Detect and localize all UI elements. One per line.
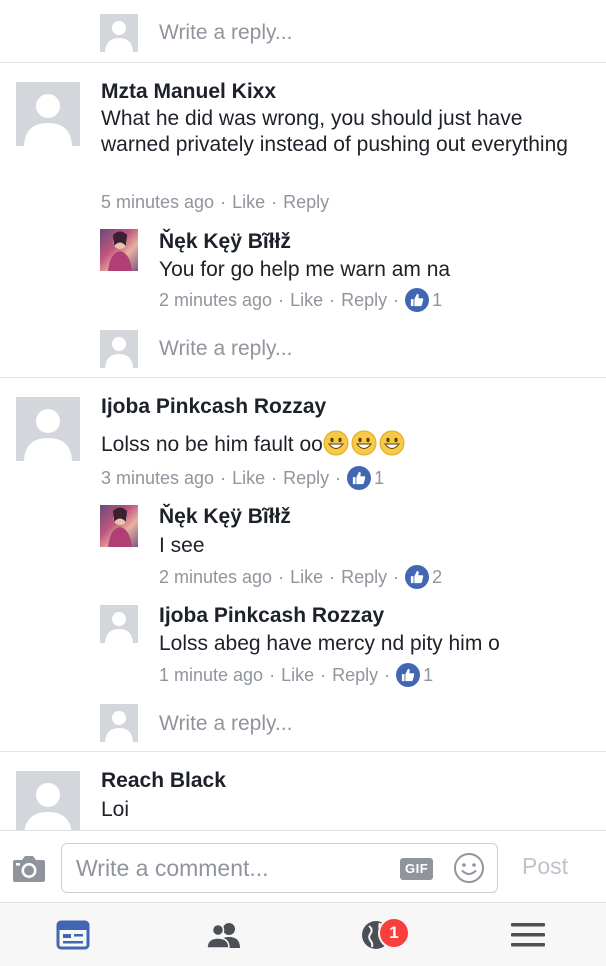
comment-author[interactable]: Ijoba Pinkcash Rozzay bbox=[101, 395, 326, 419]
reply-text: You for go help me warn am na bbox=[159, 258, 451, 281]
timestamp: 1 minute ago bbox=[159, 664, 264, 685]
write-reply-input[interactable]: Write a reply... bbox=[159, 21, 292, 45]
menu-icon bbox=[511, 923, 545, 947]
post-button[interactable]: Post bbox=[522, 853, 568, 880]
like-link[interactable]: Like bbox=[290, 567, 323, 588]
camera-icon[interactable] bbox=[12, 853, 46, 883]
comment-meta: 3 minutes ago · Like · Reply · 1 bbox=[101, 466, 384, 490]
reply-author[interactable]: Ňęk Kęÿ Bĩłłž bbox=[159, 230, 291, 254]
timestamp: 3 minutes ago bbox=[101, 467, 215, 488]
grinning-emoji-icon bbox=[323, 430, 349, 456]
reply-text: I see bbox=[159, 534, 205, 557]
reply-link[interactable]: Reply bbox=[283, 192, 329, 213]
sticker-smiley-icon[interactable] bbox=[453, 852, 485, 884]
comment-text: Lolss no be him fault oo bbox=[101, 430, 407, 458]
tab-notifications[interactable] bbox=[316, 903, 436, 966]
thumbs-up-icon[interactable] bbox=[347, 466, 372, 490]
reply-link[interactable]: Reply bbox=[283, 468, 329, 489]
divider bbox=[0, 62, 606, 63]
comment-placeholder: Write a comment... bbox=[76, 855, 269, 881]
comment-text: What he did was wrong, you should just h… bbox=[101, 107, 568, 156]
thumbs-up-icon[interactable] bbox=[405, 288, 430, 312]
avatar[interactable] bbox=[16, 82, 80, 146]
comment-composer: Write a comment... GIF Post bbox=[0, 830, 606, 902]
grinning-emoji-icon bbox=[351, 430, 377, 456]
grinning-emoji-icon bbox=[379, 430, 405, 456]
comments-feed: Write a reply... Mzta Manuel Kixx What h… bbox=[0, 0, 606, 830]
reply-avatar bbox=[100, 14, 138, 52]
gif-button[interactable]: GIF bbox=[400, 858, 434, 880]
news-feed-icon bbox=[56, 920, 90, 950]
avatar[interactable] bbox=[16, 771, 80, 830]
reply-avatar bbox=[100, 330, 138, 368]
avatar[interactable] bbox=[100, 229, 138, 271]
thumbs-up-icon[interactable] bbox=[396, 663, 421, 687]
reply-text: Lolss abeg have mercy nd pity him o bbox=[159, 632, 500, 655]
comment-text-content: Lolss no be him fault oo bbox=[101, 433, 323, 456]
avatar[interactable] bbox=[16, 397, 80, 461]
comment-text: Loi bbox=[101, 798, 130, 821]
reply-author[interactable]: Ijoba Pinkcash Rozzay bbox=[159, 604, 384, 628]
tab-friends[interactable] bbox=[164, 903, 284, 966]
like-link[interactable]: Like bbox=[281, 665, 314, 686]
timestamp: 5 minutes ago bbox=[101, 192, 215, 212]
reply-link[interactable]: Reply bbox=[341, 290, 387, 311]
reply-link[interactable]: Reply bbox=[341, 567, 387, 588]
like-link[interactable]: Like bbox=[232, 192, 265, 213]
comment-meta: 5 minutes ago · Like · Reply bbox=[101, 192, 330, 213]
reply-meta: 1 minute ago · Like · Reply · 1 bbox=[159, 663, 433, 687]
like-count[interactable]: 1 bbox=[423, 665, 433, 686]
write-reply-input[interactable]: Write a reply... bbox=[159, 337, 292, 361]
like-link[interactable]: Like bbox=[290, 290, 323, 311]
timestamp: 2 minutes ago bbox=[159, 566, 273, 587]
tab-news-feed[interactable] bbox=[13, 903, 133, 966]
reply-author[interactable]: Ňęk Kęÿ Bĩłłž bbox=[159, 505, 291, 529]
comment-author[interactable]: Reach Black bbox=[101, 769, 226, 793]
divider bbox=[0, 377, 606, 378]
friends-icon bbox=[206, 923, 240, 949]
thumbs-up-icon[interactable] bbox=[405, 565, 430, 589]
tab-menu[interactable] bbox=[468, 903, 588, 966]
notification-badge: 1 bbox=[378, 917, 410, 949]
like-count[interactable]: 1 bbox=[432, 290, 442, 311]
like-link[interactable]: Like bbox=[232, 468, 265, 489]
like-count[interactable]: 2 bbox=[432, 567, 442, 588]
reply-meta: 2 minutes ago · Like · Reply · 1 bbox=[159, 288, 442, 312]
avatar[interactable] bbox=[100, 505, 138, 547]
write-reply-input[interactable]: Write a reply... bbox=[159, 712, 292, 736]
avatar[interactable] bbox=[100, 605, 138, 643]
bottom-tab-bar: 1 bbox=[0, 902, 606, 966]
reply-avatar bbox=[100, 704, 138, 742]
like-count[interactable]: 1 bbox=[374, 468, 384, 489]
divider bbox=[0, 751, 606, 752]
reply-meta: 2 minutes ago · Like · Reply · 2 bbox=[159, 565, 442, 589]
comment-author[interactable]: Mzta Manuel Kixx bbox=[101, 80, 276, 104]
reply-link[interactable]: Reply bbox=[332, 665, 378, 686]
timestamp: 2 minutes ago bbox=[159, 289, 273, 310]
comment-input[interactable]: Write a comment... GIF bbox=[61, 843, 498, 893]
